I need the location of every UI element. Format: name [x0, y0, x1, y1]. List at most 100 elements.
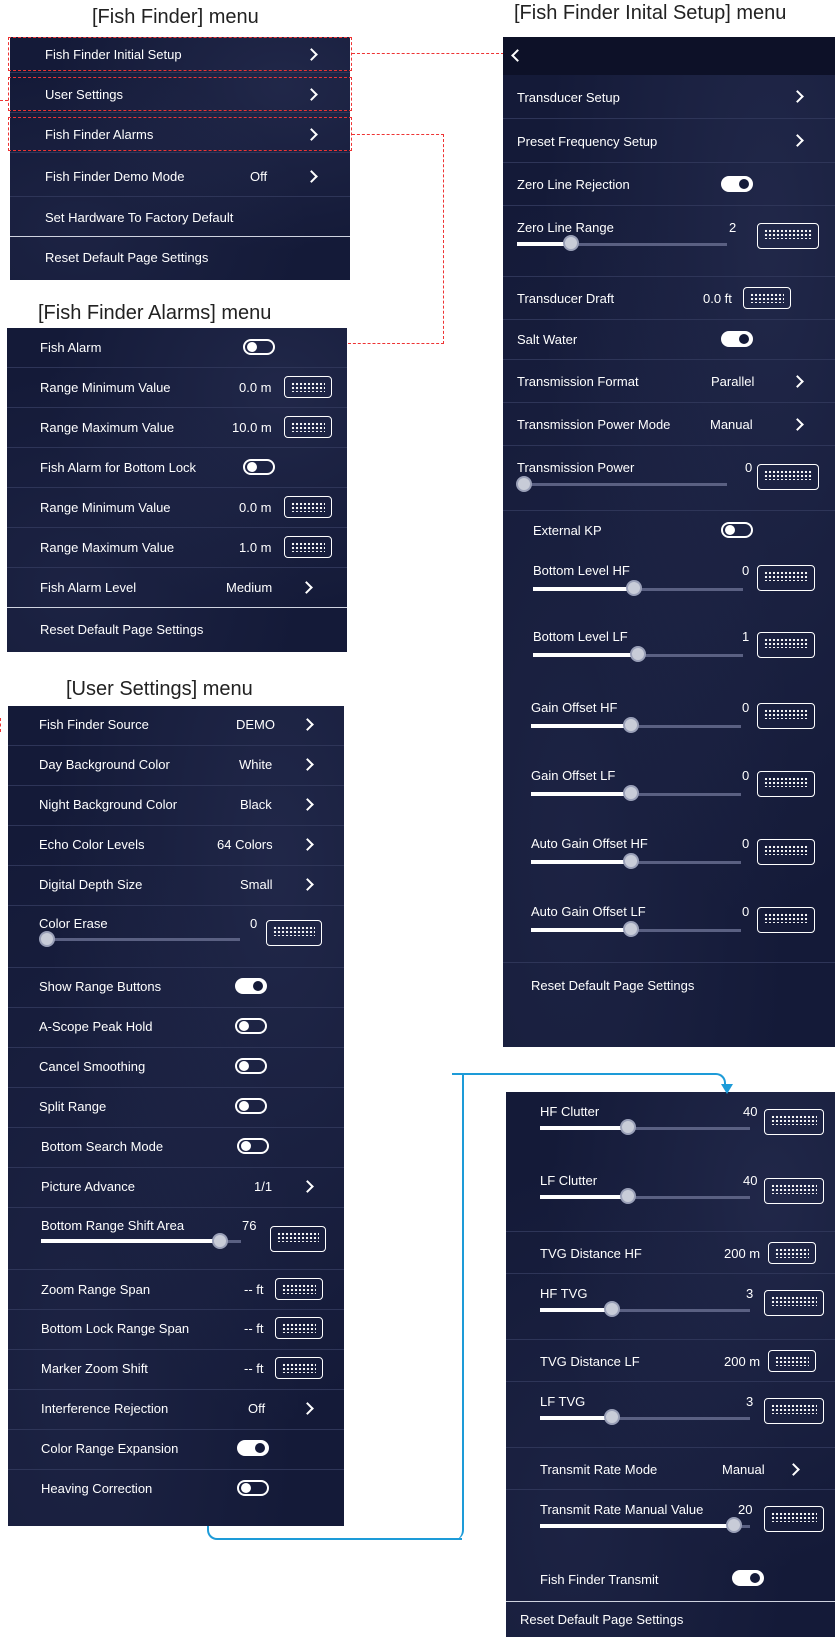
lf-clutter-handle[interactable] — [620, 1188, 636, 1204]
gain-lf-handle[interactable] — [623, 785, 639, 801]
auto-gain-lf-handle[interactable] — [623, 921, 639, 937]
keyboard-icon[interactable] — [266, 920, 322, 946]
is-row-auto-gain-lf[interactable]: Auto Gain Offset LF 0 — [503, 891, 835, 963]
keyboard-icon[interactable] — [757, 223, 819, 249]
bottom-lf-handle[interactable] — [630, 646, 646, 662]
is-row-zero-line-rej[interactable]: Zero Line Rejection — [503, 163, 835, 206]
keyboard-icon[interactable] — [764, 1290, 824, 1316]
cm-row-tvg-dist-hf[interactable]: TVG Distance HF 200 m — [506, 1232, 835, 1274]
is-row-reset[interactable]: Reset Default Page Settings — [503, 963, 835, 1009]
us-row-bottom-shift[interactable]: Bottom Range Shift Area 76 — [8, 1208, 344, 1270]
hf-tvg-handle[interactable] — [604, 1301, 620, 1317]
keyboard-icon[interactable] — [284, 376, 332, 398]
cm-row-hf-clutter[interactable]: HF Clutter 40 — [506, 1092, 835, 1160]
keyboard-icon[interactable] — [757, 771, 815, 797]
keyboard-icon[interactable] — [757, 703, 815, 729]
menu-item-demo-mode[interactable]: Fish Finder Demo Mode Off — [10, 155, 350, 197]
keyboard-icon[interactable] — [764, 1178, 824, 1204]
us-row-picture-advance[interactable]: Picture Advance 1/1 — [8, 1168, 344, 1208]
is-row-salt-water[interactable]: Salt Water — [503, 320, 835, 360]
cm-row-tvg-dist-lf[interactable]: TVG Distance LF 200 m — [506, 1340, 835, 1382]
us-row-heaving[interactable]: Heaving Correction — [8, 1470, 344, 1510]
menu-item-reset[interactable]: Reset Default Page Settings — [10, 237, 350, 277]
alarm-row-range-max-2[interactable]: Range Maximum Value 1.0 m — [7, 528, 347, 568]
cancel-smoothing-toggle[interactable] — [235, 1058, 267, 1074]
keyboard-icon[interactable] — [284, 416, 332, 438]
heaving-toggle[interactable] — [237, 1480, 269, 1496]
keyboard-icon[interactable] — [275, 1357, 323, 1379]
alarm-row-bottom-lock[interactable]: Fish Alarm for Bottom Lock — [7, 448, 347, 488]
keyboard-icon[interactable] — [757, 632, 815, 658]
hf-clutter-handle[interactable] — [620, 1119, 636, 1135]
salt-water-toggle[interactable] — [721, 331, 753, 347]
external-kp-toggle[interactable] — [721, 522, 753, 538]
us-row-day-bg[interactable]: Day Background Color White — [8, 746, 344, 786]
bottom-shift-slider-handle[interactable] — [212, 1233, 228, 1249]
is-row-zero-line-range[interactable]: Zero Line Range 2 — [503, 206, 835, 277]
is-row-bottom-hf[interactable]: Bottom Level HF 0 — [503, 551, 835, 619]
us-row-source[interactable]: Fish Finder Source DEMO — [8, 706, 344, 746]
is-row-gain-hf[interactable]: Gain Offset HF 0 — [503, 687, 835, 755]
tx-power-handle[interactable] — [516, 476, 532, 492]
keyboard-icon[interactable] — [743, 287, 791, 309]
alarm-row-fish-alarm[interactable]: Fish Alarm — [7, 328, 347, 368]
us-row-marker-zoom[interactable]: Marker Zoom Shift -- ft — [8, 1350, 344, 1390]
zero-line-rej-toggle[interactable] — [721, 176, 753, 192]
keyboard-icon[interactable] — [757, 464, 819, 490]
us-row-bottom-lock-span[interactable]: Bottom Lock Range Span -- ft — [8, 1310, 344, 1350]
keyboard-icon[interactable] — [757, 907, 815, 933]
is-row-draft[interactable]: Transducer Draft 0.0 ft — [503, 277, 835, 320]
keyboard-icon[interactable] — [768, 1350, 816, 1372]
is-row-gain-lf[interactable]: Gain Offset LF 0 — [503, 755, 835, 823]
us-row-ascope[interactable]: A-Scope Peak Hold — [8, 1008, 344, 1048]
is-row-preset-freq[interactable]: Preset Frequency Setup — [503, 119, 835, 163]
alarm-row-range-min-2[interactable]: Range Minimum Value 0.0 m — [7, 488, 347, 528]
cm-row-ff-transmit[interactable]: Fish Finder Transmit — [506, 1556, 835, 1602]
zero-line-range-handle[interactable] — [563, 235, 579, 251]
us-row-zoom-span[interactable]: Zoom Range Span -- ft — [8, 1270, 344, 1310]
gain-hf-handle[interactable] — [623, 717, 639, 733]
is-row-auto-gain-hf[interactable]: Auto Gain Offset HF 0 — [503, 823, 835, 891]
keyboard-icon[interactable] — [275, 1317, 323, 1339]
is-row-tx-power[interactable]: Transmission Power 0 — [503, 446, 835, 511]
us-row-echo-levels[interactable]: Echo Color Levels 64 Colors — [8, 826, 344, 866]
keyboard-icon[interactable] — [275, 1278, 323, 1300]
bottom-search-toggle[interactable] — [237, 1138, 269, 1154]
keyboard-icon[interactable] — [270, 1226, 326, 1252]
cm-row-rate-manual[interactable]: Transmit Rate Manual Value 20 — [506, 1490, 835, 1556]
alarm-row-range-max-1[interactable]: Range Maximum Value 10.0 m — [7, 408, 347, 448]
color-erase-slider-handle[interactable] — [39, 931, 55, 947]
us-row-depth-size[interactable]: Digital Depth Size Small — [8, 866, 344, 906]
cm-row-lf-clutter[interactable]: LF Clutter 40 — [506, 1160, 835, 1232]
us-row-cancel-smoothing[interactable]: Cancel Smoothing — [8, 1048, 344, 1088]
auto-gain-hf-handle[interactable] — [623, 853, 639, 869]
us-row-show-range[interactable]: Show Range Buttons — [8, 968, 344, 1008]
us-row-split-range[interactable]: Split Range — [8, 1088, 344, 1128]
split-range-toggle[interactable] — [235, 1098, 267, 1114]
keyboard-icon[interactable] — [764, 1398, 824, 1424]
keyboard-icon[interactable] — [764, 1506, 824, 1532]
is-row-tx-format[interactable]: Transmission Format Parallel — [503, 360, 835, 403]
us-row-color-erase[interactable]: Color Erase 0 — [8, 906, 344, 968]
bottom-hf-handle[interactable] — [626, 580, 642, 596]
menu-item-factory-default[interactable]: Set Hardware To Factory Default — [10, 197, 350, 237]
us-row-bottom-search[interactable]: Bottom Search Mode — [8, 1128, 344, 1168]
alarm-row-reset[interactable]: Reset Default Page Settings — [7, 608, 347, 648]
fish-alarm-toggle[interactable] — [243, 339, 275, 355]
keyboard-icon[interactable] — [768, 1242, 816, 1264]
keyboard-icon[interactable] — [764, 1109, 824, 1135]
lf-tvg-handle[interactable] — [604, 1409, 620, 1425]
show-range-toggle[interactable] — [235, 978, 267, 994]
us-row-color-range[interactable]: Color Range Expansion — [8, 1430, 344, 1470]
is-row-bottom-lf[interactable]: Bottom Level LF 1 — [503, 619, 835, 677]
bottom-lock-toggle[interactable] — [243, 459, 275, 475]
ascope-toggle[interactable] — [235, 1018, 267, 1034]
keyboard-icon[interactable] — [284, 496, 332, 518]
keyboard-icon[interactable] — [757, 565, 815, 591]
keyboard-icon[interactable] — [284, 536, 332, 558]
is-row-external-kp[interactable]: External KP — [503, 511, 835, 551]
alarm-row-range-min-1[interactable]: Range Minimum Value 0.0 m — [7, 368, 347, 408]
cm-row-hf-tvg[interactable]: HF TVG 3 — [506, 1274, 835, 1340]
us-row-interference[interactable]: Interference Rejection Off — [8, 1390, 344, 1430]
us-row-night-bg[interactable]: Night Background Color Black — [8, 786, 344, 826]
